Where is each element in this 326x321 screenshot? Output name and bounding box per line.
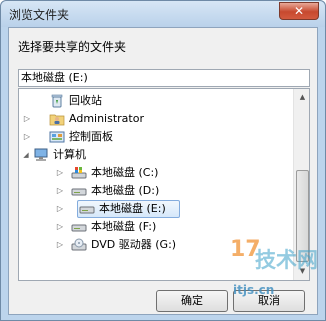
tree-item-control-panel[interactable]: 控制面板 [19, 128, 291, 146]
tree-item-label: Administrator [69, 112, 144, 125]
control-panel-icon [49, 130, 65, 144]
expand-arrow-icon[interactable] [55, 164, 65, 182]
tree-item-drive-c[interactable]: 本地磁盘 (C:) [19, 164, 291, 182]
system-drive-icon [71, 166, 87, 180]
scroll-up-icon[interactable]: ▲ [295, 90, 309, 105]
drive-icon [71, 220, 87, 234]
computer-icon [33, 148, 49, 162]
tree-item-label: 本地磁盘 (E:) [99, 202, 166, 215]
expand-arrow-icon[interactable] [55, 218, 65, 236]
dvd-drive-icon [71, 238, 87, 252]
drive-icon [79, 202, 95, 216]
browse-folder-dialog: 浏览文件夹 ✕ 选择要共享的文件夹 本地磁盘 (E:) 回收站 ▷ Admini… [0, 0, 326, 321]
tree-item-administrator[interactable]: Administrator [19, 110, 291, 128]
tree-item-label: 本地磁盘 (D:) [91, 184, 160, 197]
watermark-text: 技术网 [255, 248, 318, 272]
user-folder-icon [49, 112, 65, 126]
tree-item-drive-e[interactable]: 本地磁盘 (E:) [19, 200, 291, 218]
tree-item-label: 计算机 [53, 148, 86, 161]
tree-item-recycle-bin[interactable]: 回收站 [19, 92, 291, 110]
collapse-arrow-icon[interactable] [21, 146, 31, 164]
ok-button[interactable]: 确定 [156, 290, 228, 312]
tree-item-computer[interactable]: 计算机 [19, 146, 291, 164]
expand-arrow-icon[interactable] [55, 182, 65, 200]
expand-arrow-icon[interactable] [55, 200, 65, 218]
expand-arrow-icon[interactable] [22, 128, 32, 146]
tree-item-label: 控制面板 [69, 130, 113, 143]
tree-item-drive-d[interactable]: 本地磁盘 (D:) [19, 182, 291, 200]
dialog-title: 浏览文件夹 [9, 8, 70, 22]
description-label: 选择要共享的文件夹 [18, 40, 127, 54]
drive-icon [71, 184, 87, 198]
tree-item-label: DVD 驱动器 (G:) [91, 238, 177, 251]
folder-path-field[interactable]: 本地磁盘 (E:) [18, 69, 310, 87]
tree-item-label: 本地磁盘 (F:) [91, 220, 157, 233]
title-bar[interactable]: 浏览文件夹 ✕ [1, 1, 325, 27]
watermark-site: itjs.cn [233, 283, 275, 297]
expand-arrow-icon[interactable] [55, 236, 65, 254]
tree-item-label: 回收站 [69, 94, 102, 107]
site-watermark: 17 技术网 itjs.cn [225, 233, 325, 297]
recycle-bin-icon [49, 94, 65, 108]
close-button[interactable]: ✕ [279, 2, 319, 20]
expand-arrow-icon[interactable] [22, 110, 32, 128]
tree-item-label: 本地磁盘 (C:) [91, 166, 159, 179]
